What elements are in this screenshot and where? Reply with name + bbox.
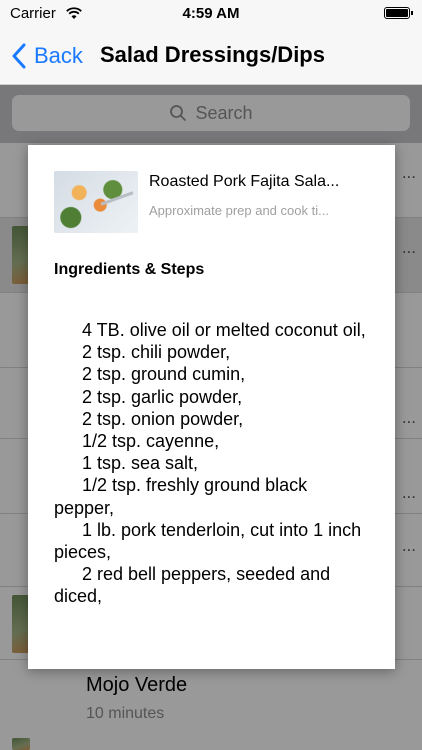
page-title: Salad Dressings/Dips [100,42,325,67]
navigation-bar: Back Salad Dressings/Dips [0,28,422,85]
ingredient-step: 4 TB. olive oil or melted coconut oil, [82,320,366,340]
recipe-image [54,171,138,233]
ingredient-step: 1 lb. pork tenderloin, cut into 1 inch p… [54,519,362,563]
ingredient-step: 2 tsp. garlic powder, [82,386,243,407]
recipe-popup: Roasted Pork Fajita Sala... Approximate … [28,145,395,669]
recipe-title: Roasted Pork Fajita Sala... [149,173,340,190]
clock: 4:59 AM [182,5,240,22]
ingredient-step: 2 tsp. ground cumin, [82,364,246,385]
ingredient-step: 2 red bell peppers, seeded and diced, [54,564,331,607]
status-bar: Carrier 4:59 AM [0,0,422,28]
back-button[interactable]: Back [12,40,83,72]
back-button-label: Back [34,43,83,68]
ingredient-step: 1/2 tsp. cayenne, [82,431,220,452]
ingredient-step: 2 tsp. onion powder, [82,408,244,429]
ingredients-list: 4 TB. olive oil or melted coconut oil, 2… [54,319,372,608]
battery-icon [384,7,413,19]
chevron-left-icon [12,43,26,69]
recipe-subtitle: Approximate prep and cook ti... [149,203,329,218]
fork-graphic [100,191,134,206]
section-heading: Ingredients & Steps [54,261,205,278]
ingredient-step: 1/2 tsp. freshly ground black pepper, [54,475,308,518]
ingredient-step: 1 tsp. sea salt, [82,453,199,474]
ingredient-step: 2 tsp. chili powder, [82,342,231,363]
